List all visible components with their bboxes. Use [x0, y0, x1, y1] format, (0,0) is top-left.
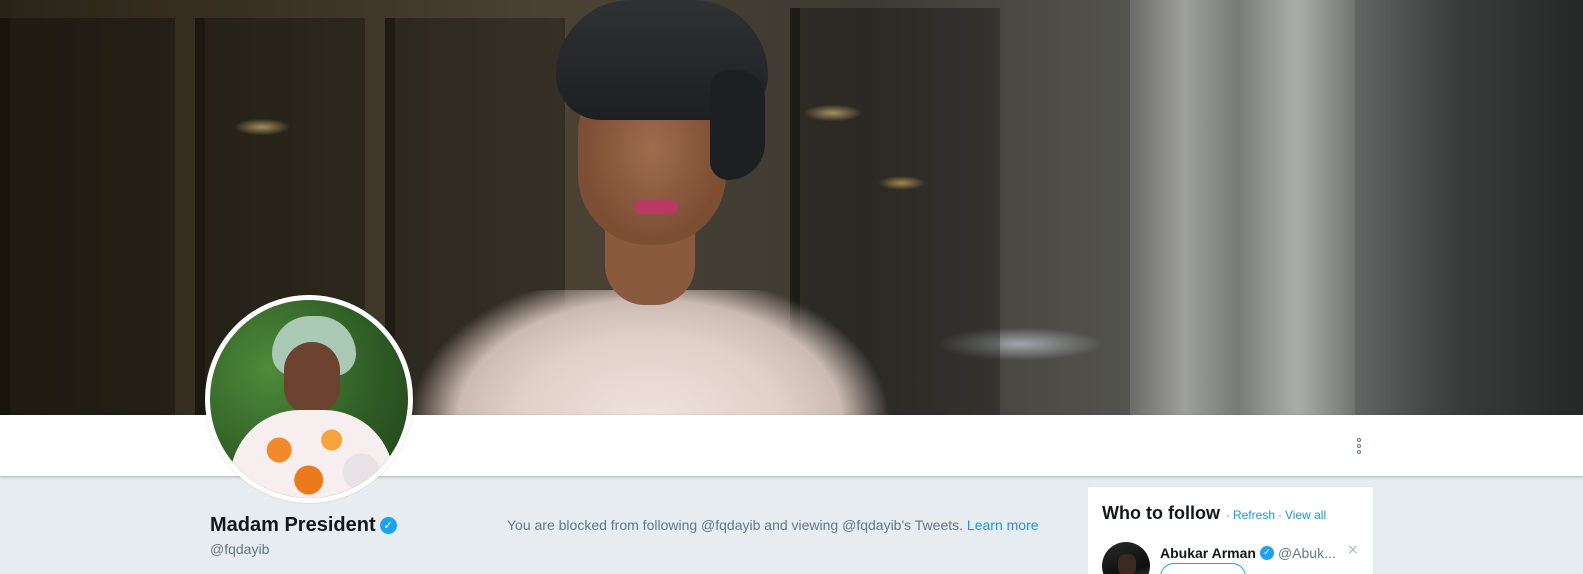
view-all-link[interactable]: View all: [1285, 508, 1326, 522]
avatar-face: [284, 342, 340, 414]
suggestion-handle[interactable]: @Abuk...: [1278, 545, 1336, 561]
who-to-follow-header: Who to follow · Refresh · View all: [1102, 503, 1326, 524]
profile-avatar[interactable]: [205, 295, 413, 503]
portrait-scarf: [410, 290, 890, 430]
header-separator: ·: [1225, 508, 1230, 522]
banner-pillar: [1130, 0, 1240, 415]
banner-pillar: [1240, 0, 1355, 415]
profile-display-name[interactable]: Madam President: [210, 514, 376, 537]
dismiss-suggestion-close-icon[interactable]: ×: [1347, 542, 1359, 558]
suggestion-name-row[interactable]: Abukar Arman ✓ @Abuk...: [1160, 545, 1336, 561]
suggestion-name[interactable]: Abukar Arman: [1160, 545, 1256, 561]
verified-badge-icon: ✓: [1259, 546, 1274, 560]
avatar-image: [210, 300, 408, 498]
profile-handle: @fqdayib: [210, 541, 270, 557]
banner-portrait: [410, 0, 890, 430]
who-to-follow-title: Who to follow: [1102, 503, 1220, 523]
avatar-floral-blouse: [230, 410, 394, 498]
portrait-lips: [634, 200, 678, 214]
profile-page: Madam President ✓ @fqdayib You are block…: [0, 0, 1583, 574]
verified-badge-icon[interactable]: ✓: [379, 517, 397, 534]
profile-name-row: Madam President ✓: [210, 514, 397, 537]
blocked-notice-text: You are blocked from following @fqdayib …: [507, 517, 964, 533]
banner-window: [0, 18, 175, 415]
more-options-button[interactable]: [1349, 435, 1369, 457]
more-vertical-icon-dot: [1357, 450, 1361, 454]
header-separator: ·: [1278, 508, 1282, 522]
learn-more-link[interactable]: Learn more: [967, 517, 1039, 533]
refresh-link[interactable]: Refresh: [1233, 508, 1275, 522]
portrait-turban-side: [710, 70, 765, 180]
follow-button[interactable]: [1160, 563, 1246, 574]
suggestion-avatar[interactable]: [1102, 542, 1150, 574]
blocked-notice: You are blocked from following @fqdayib …: [507, 517, 1039, 533]
more-vertical-icon: [1357, 438, 1361, 442]
who-to-follow-card: Who to follow · Refresh · View all Abuka…: [1088, 487, 1373, 574]
more-vertical-icon-dot: [1357, 444, 1361, 448]
